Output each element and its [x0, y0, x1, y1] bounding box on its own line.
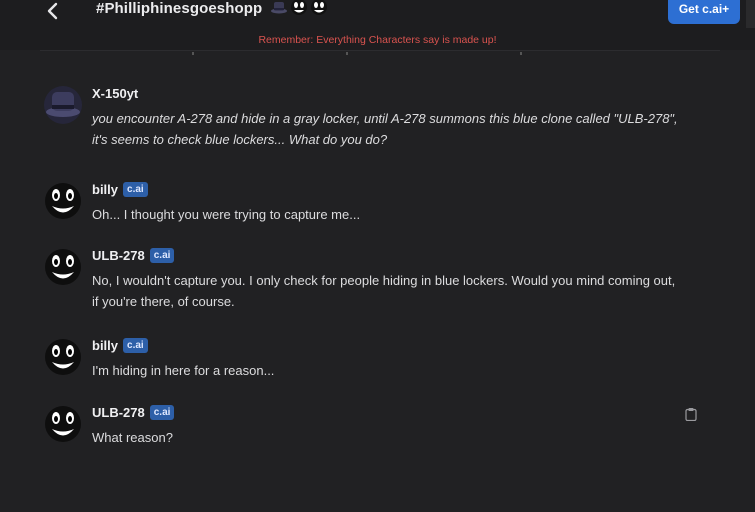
disclaimer-notice: Remember: Everything Characters say is m… [258, 34, 497, 46]
author-label: billy [92, 182, 119, 197]
scroll-edge [746, 0, 755, 28]
copy-icon[interactable] [684, 407, 698, 421]
author-label: ULB-278 [92, 405, 145, 420]
divider-tick [520, 52, 522, 55]
chevron-left-icon [47, 2, 58, 20]
spy-hat-icon [271, 2, 287, 14]
back-button[interactable] [40, 0, 66, 22]
smiley-avatar-icon[interactable] [44, 405, 82, 443]
get-cai-plus-button[interactable]: Get c.ai+ [668, 0, 740, 24]
message-text: No, I wouldn't capture you. I only check… [92, 273, 676, 309]
author-label: billy [92, 338, 119, 353]
author-name[interactable]: billy c.ai [92, 182, 148, 197]
author-name[interactable]: ULB-278 c.ai [92, 405, 175, 420]
room-title: #Philliphinesgoeshopp [96, 0, 263, 17]
hat-avatar-icon[interactable] [44, 86, 82, 124]
divider-tick [346, 52, 348, 55]
divider [40, 50, 720, 51]
author-label: ULB-278 [92, 248, 145, 263]
message-text: you encounter A-278 and hide in a gray l… [92, 111, 678, 147]
cai-badge: c.ai [149, 248, 175, 263]
title-emojis [270, 0, 328, 16]
divider-tick [192, 52, 194, 55]
author-name[interactable]: ULB-278 c.ai [92, 248, 175, 263]
cai-badge: c.ai [149, 405, 175, 420]
message-text: I'm hiding in here for a reason... [92, 363, 275, 378]
author-name[interactable]: billy c.ai [92, 338, 148, 353]
smiley-face-icon [311, 0, 327, 15]
cai-badge: c.ai [123, 338, 148, 353]
author-label: X-150yt [92, 86, 139, 101]
smiley-avatar-icon[interactable] [44, 338, 82, 376]
cai-badge: c.ai [123, 182, 148, 197]
message-text: Oh... I thought you were trying to captu… [92, 207, 361, 222]
smiley-avatar-icon[interactable] [44, 248, 82, 286]
smiley-face-icon [291, 0, 307, 15]
message-text: What reason? [92, 430, 173, 445]
author-name[interactable]: X-150yt [92, 86, 138, 101]
smiley-avatar-icon[interactable] [44, 182, 82, 220]
